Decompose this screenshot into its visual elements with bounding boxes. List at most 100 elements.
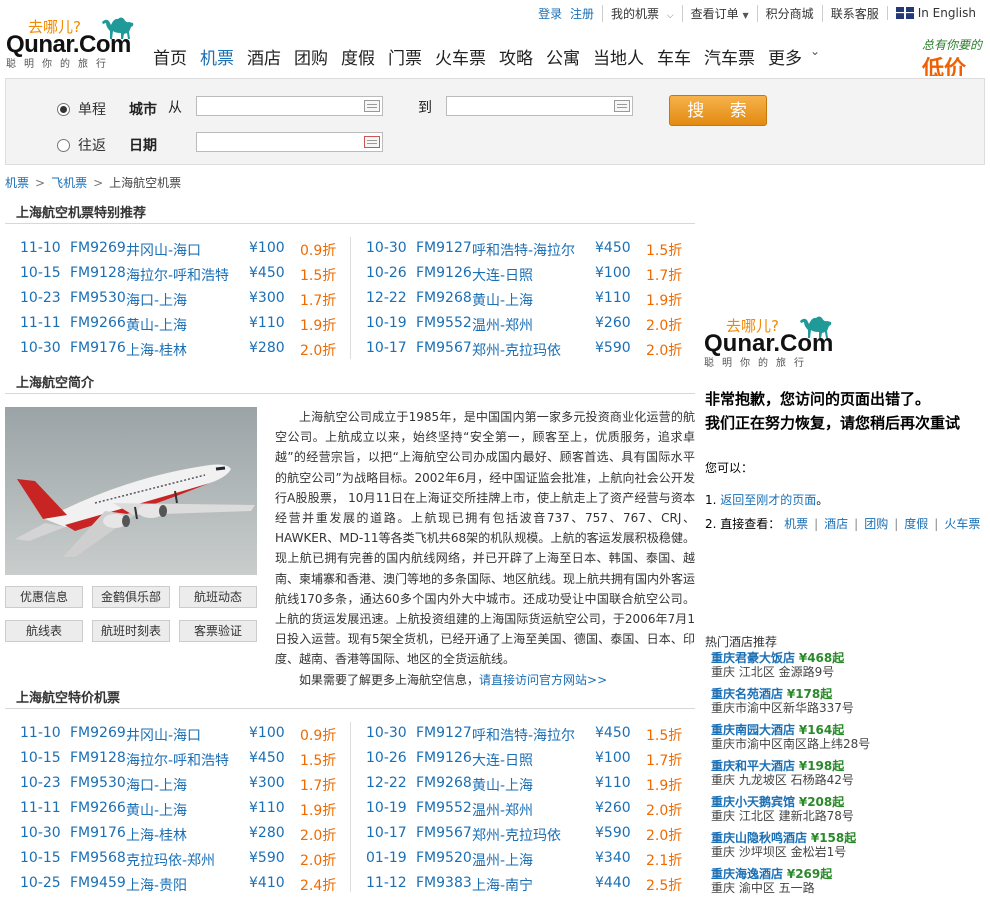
- flight-deal-row[interactable]: 10-23 FM9530 海口-上海 ¥300 1.7折: [20, 290, 350, 310]
- nav-item[interactable]: 公寓: [546, 44, 580, 69]
- hotel-name-link[interactable]: 重庆山隐秋鸣酒店: [711, 831, 807, 845]
- low-price-banner[interactable]: 总有你要的 低价: [922, 36, 990, 76]
- hotel-name-link[interactable]: 重庆海逸酒店: [711, 867, 783, 881]
- airline-tool-button[interactable]: 客票验证: [179, 620, 257, 642]
- quick-link[interactable]: 团购: [864, 517, 888, 531]
- nav-item[interactable]: 度假: [341, 44, 375, 69]
- nav-item[interactable]: 攻略: [499, 44, 533, 69]
- login-link[interactable]: 登录: [538, 7, 562, 21]
- city-picker-icon[interactable]: [364, 100, 380, 112]
- flight-deal-row[interactable]: 11-12 FM9383 上海-南宁 ¥440 2.5折: [366, 875, 696, 895]
- flight-deal-row[interactable]: 12-22 FM9268 黄山-上海 ¥110 1.9折: [366, 290, 696, 310]
- from-city-field[interactable]: [197, 97, 365, 114]
- airline-tool-button[interactable]: 航线表: [5, 620, 83, 642]
- flight-deal-row[interactable]: 10-15 FM9128 海拉尔-呼和浩特 ¥450 1.5折: [20, 750, 350, 770]
- flight-deal-row[interactable]: 10-25 FM9459 上海-贵阳 ¥410 2.4折: [20, 875, 350, 895]
- deal-price: ¥590: [595, 340, 631, 356]
- go-back-link[interactable]: 返回至刚才的页面: [720, 493, 816, 507]
- airline-tool-button[interactable]: 优惠信息: [5, 586, 83, 608]
- qunar-logo[interactable]: 去哪儿? Qunar.Com 聪明你的旅行: [6, 14, 136, 70]
- date-field[interactable]: [197, 133, 365, 150]
- flight-deal-row[interactable]: 01-19 FM9520 温州-上海 ¥340 2.1折: [366, 850, 696, 870]
- nav-item[interactable]: 当地人: [593, 44, 644, 69]
- airline-tool-button[interactable]: 金鹤俱乐部: [92, 586, 170, 608]
- flight-deal-row[interactable]: 10-26 FM9126 大连-日照 ¥100 1.7折: [366, 265, 696, 285]
- flight-deal-row[interactable]: 11-11 FM9266 黄山-上海 ¥110 1.9折: [20, 315, 350, 335]
- deal-price: ¥300: [249, 290, 285, 306]
- chevron-down-icon: ⌄: [810, 44, 821, 58]
- register-link[interactable]: 注册: [570, 7, 594, 21]
- airline-tool-button[interactable]: 航班动态: [179, 586, 257, 608]
- hotel-name-link[interactable]: 重庆名苑酒店: [711, 687, 783, 701]
- search-button[interactable]: 搜 索: [669, 95, 767, 126]
- nav-item[interactable]: 团购: [294, 44, 328, 69]
- deal-flight-no: FM9266: [70, 315, 126, 331]
- roundtrip-radio[interactable]: 往返: [57, 135, 106, 155]
- quick-link[interactable]: 机票: [784, 517, 808, 531]
- deal-route: 温州-郑州: [472, 318, 534, 334]
- quick-link[interactable]: 火车票: [944, 517, 980, 531]
- deal-route: 黄山-上海: [126, 318, 188, 334]
- nav-item[interactable]: 汽车票: [704, 44, 755, 69]
- quick-link[interactable]: 酒店: [824, 517, 848, 531]
- nav-item[interactable]: 酒店: [247, 44, 281, 69]
- date-input[interactable]: [196, 132, 383, 152]
- deal-flight-no: FM9126: [416, 265, 472, 281]
- flight-deal-row[interactable]: 11-10 FM9269 井冈山-海口 ¥100 0.9折: [20, 240, 350, 260]
- flight-deal-row[interactable]: 10-30 FM9127 呼和浩特-海拉尔 ¥450 1.5折: [366, 725, 696, 745]
- to-city-field[interactable]: [447, 97, 615, 114]
- deal-route: 上海-贵阳: [126, 878, 188, 894]
- flight-deal-row[interactable]: 10-17 FM9567 郑州-克拉玛依 ¥590 2.0折: [366, 825, 696, 845]
- deal-price: ¥110: [249, 315, 285, 331]
- option1-suffix: 。: [816, 493, 829, 507]
- deal-price: ¥450: [595, 240, 631, 256]
- english-link[interactable]: In English: [886, 6, 984, 20]
- main-nav: 首页 机票 酒店 团购 度假 门票 火车票 攻略 公寓 当地人 车车 汽车票 更多 ⌄: [148, 44, 820, 69]
- hotel-name-link[interactable]: 重庆君豪大饭店: [711, 651, 795, 665]
- flight-deal-row[interactable]: 11-10 FM9269 井冈山-海口 ¥100 0.9折: [20, 725, 350, 745]
- flight-deal-row[interactable]: 10-15 FM9128 海拉尔-呼和浩特 ¥450 1.5折: [20, 265, 350, 285]
- flight-deal-row[interactable]: 12-22 FM9268 黄山-上海 ¥110 1.9折: [366, 775, 696, 795]
- deal-discount: 0.9折: [300, 728, 337, 744]
- flight-deal-row[interactable]: 10-17 FM9567 郑州-克拉玛依 ¥590 2.0折: [366, 340, 696, 360]
- breadcrumb-air-tickets[interactable]: 飞机票: [51, 176, 87, 190]
- flight-deal-row[interactable]: 10-30 FM9176 上海-桂林 ¥280 2.0折: [20, 825, 350, 845]
- deal-route: 上海-桂林: [126, 343, 188, 359]
- points-mall-link[interactable]: 积分商城: [756, 4, 822, 22]
- flight-deal-row[interactable]: 10-23 FM9530 海口-上海 ¥300 1.7折: [20, 775, 350, 795]
- special-recommend-title: 上海航空机票特别推荐: [5, 202, 695, 224]
- hotel-name-link[interactable]: 重庆小天鹅宾馆: [711, 795, 795, 809]
- quick-link[interactable]: 度假: [904, 517, 928, 531]
- my-tickets-menu[interactable]: 我的机票 ⌵: [602, 4, 682, 22]
- nav-item[interactable]: 首页: [153, 44, 187, 69]
- breadcrumb-flights[interactable]: 机票: [5, 176, 29, 190]
- deal-flight-no: FM9269: [70, 725, 126, 741]
- hotel-name-link[interactable]: 重庆和平大酒店: [711, 759, 795, 773]
- flight-deal-row[interactable]: 10-19 FM9552 温州-郑州 ¥260 2.0折: [366, 800, 696, 820]
- hotel-address: 重庆市渝中区南区路上纬28号: [711, 737, 871, 751]
- calendar-icon[interactable]: [364, 136, 380, 148]
- oneway-radio[interactable]: 单程: [57, 99, 106, 119]
- official-site-link[interactable]: 请直接访问官方网站>>: [479, 673, 607, 687]
- to-city-input[interactable]: [446, 96, 633, 116]
- flight-deal-row[interactable]: 10-26 FM9126 大连-日照 ¥100 1.7折: [366, 750, 696, 770]
- deal-price: ¥450: [249, 265, 285, 281]
- nav-item[interactable]: 门票: [388, 44, 422, 69]
- flight-deal-row[interactable]: 10-19 FM9552 温州-郑州 ¥260 2.0折: [366, 315, 696, 335]
- city-picker-icon[interactable]: [614, 100, 630, 112]
- airline-tool-button[interactable]: 航班时刻表: [92, 620, 170, 642]
- from-city-input[interactable]: [196, 96, 383, 116]
- flight-deal-row[interactable]: 10-15 FM9568 克拉玛依-郑州 ¥590 2.0折: [20, 850, 350, 870]
- support-link[interactable]: 联系客服: [821, 4, 887, 22]
- hotel-name-link[interactable]: 重庆南园大酒店: [711, 723, 795, 737]
- flight-deal-row[interactable]: 11-11 FM9266 黄山-上海 ¥110 1.9折: [20, 800, 350, 820]
- flight-deal-row[interactable]: 10-30 FM9176 上海-桂林 ¥280 2.0折: [20, 340, 350, 360]
- nav-item[interactable]: 火车票: [435, 44, 486, 69]
- nav-item[interactable]: 更多: [768, 44, 802, 69]
- deal-flight-no: FM9567: [416, 340, 472, 356]
- orders-label: 查看订单: [690, 6, 739, 21]
- nav-item[interactable]: 车车: [657, 44, 691, 69]
- flight-deal-row[interactable]: 10-30 FM9127 呼和浩特-海拉尔 ¥450 1.5折: [366, 240, 696, 260]
- orders-menu[interactable]: 查看订单 ▼: [681, 4, 757, 22]
- nav-item[interactable]: 机票: [200, 44, 234, 69]
